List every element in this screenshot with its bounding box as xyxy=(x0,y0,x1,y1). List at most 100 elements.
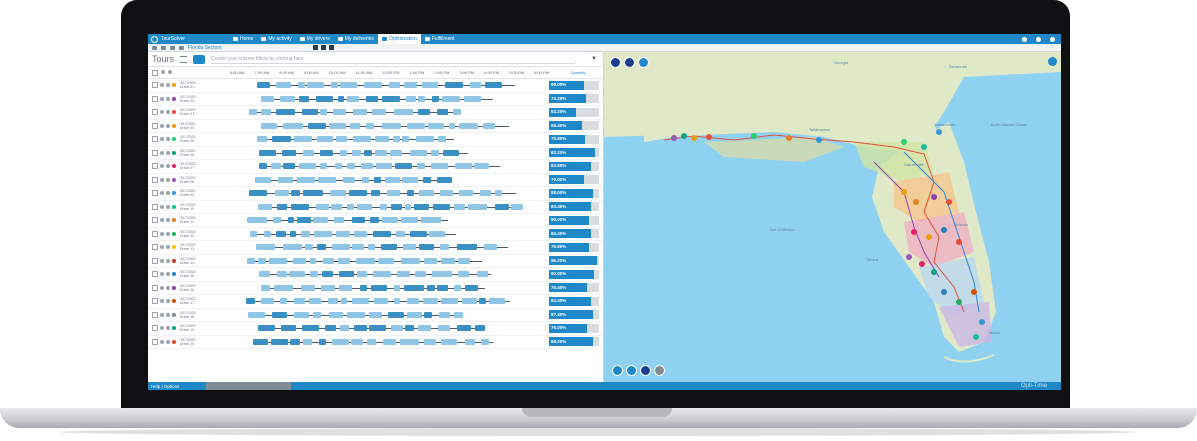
stop-block[interactable] xyxy=(431,95,440,102)
stop-block[interactable] xyxy=(431,149,439,156)
stop-block[interactable] xyxy=(383,338,396,345)
tour-gantt[interactable] xyxy=(226,295,546,307)
stop-block[interactable] xyxy=(339,284,353,291)
stop-block[interactable] xyxy=(322,271,334,278)
stop-block[interactable] xyxy=(347,203,355,210)
stop-block[interactable] xyxy=(308,298,322,305)
stop-block[interactable] xyxy=(393,298,401,305)
stop-block[interactable] xyxy=(275,230,286,237)
stop-block[interactable] xyxy=(332,244,350,251)
stop-block[interactable] xyxy=(316,203,329,210)
stop-block[interactable] xyxy=(268,257,287,264)
stop-block[interactable] xyxy=(301,109,318,116)
stop-block[interactable] xyxy=(453,203,466,210)
stop-block[interactable] xyxy=(375,136,390,143)
tour-row[interactable]: 3/17/2020 Driver 10 83.40% xyxy=(148,201,603,214)
eye-icon[interactable] xyxy=(160,258,164,263)
tour-gantt[interactable] xyxy=(226,309,546,321)
lock-icon[interactable] xyxy=(166,137,170,142)
stop-block[interactable] xyxy=(386,190,401,197)
stop-block[interactable] xyxy=(333,217,344,224)
stop-block[interactable] xyxy=(273,217,281,224)
stop-block[interactable] xyxy=(270,163,281,170)
stop-block[interactable] xyxy=(287,217,295,224)
stop-block[interactable] xyxy=(363,82,382,89)
stop-block[interactable] xyxy=(465,284,478,291)
lock-icon[interactable] xyxy=(166,231,170,236)
stop-block[interactable] xyxy=(456,244,477,251)
stop-block[interactable] xyxy=(372,109,387,116)
eye-icon[interactable] xyxy=(160,299,164,304)
stop-block[interactable] xyxy=(479,190,491,197)
stop-block[interactable] xyxy=(353,136,372,143)
stop-block[interactable] xyxy=(494,203,509,210)
gear-icon[interactable] xyxy=(1036,36,1041,42)
nav-my-deliveries[interactable]: My deliveries xyxy=(334,34,378,44)
tour-row[interactable]: 3/17/2020 Driver 09 88.00% xyxy=(148,187,603,201)
stop-block[interactable] xyxy=(303,190,323,197)
tour-gantt[interactable] xyxy=(226,160,546,172)
tour-row[interactable]: 3/17/2020 Driver 16 75.40% xyxy=(148,282,603,295)
list-icon[interactable] xyxy=(180,55,188,63)
stop-block[interactable] xyxy=(247,311,266,318)
stop-block[interactable] xyxy=(413,203,430,210)
stop-block[interactable] xyxy=(418,190,434,197)
stop-block[interactable] xyxy=(454,163,472,170)
stop-block[interactable] xyxy=(247,217,268,224)
stop-block[interactable] xyxy=(400,217,418,224)
stop-block[interactable] xyxy=(432,203,450,210)
stop-block[interactable] xyxy=(365,122,375,129)
tour-gantt[interactable] xyxy=(226,174,546,186)
tour-row[interactable]: 3/17/2020 Driver 11 80.00% xyxy=(148,214,603,228)
eye-icon[interactable] xyxy=(160,123,164,128)
stop-block[interactable] xyxy=(361,163,374,170)
route-map[interactable]: Georgia Savannah Jacksonville Orlando Ta… xyxy=(604,52,1061,382)
stop-block[interactable] xyxy=(283,163,295,170)
stop-block[interactable] xyxy=(297,176,315,183)
stop-block[interactable] xyxy=(280,298,287,305)
stop-block[interactable] xyxy=(257,136,267,143)
stop-block[interactable] xyxy=(369,217,379,224)
stop-block[interactable] xyxy=(330,190,347,197)
stop-block[interactable] xyxy=(441,298,459,305)
tour-gantt[interactable] xyxy=(226,255,546,267)
tour-row[interactable]: 3/17/2020 Driver 02 74.29% xyxy=(148,93,603,106)
undo-icon[interactable] xyxy=(161,45,166,50)
stop-block[interactable] xyxy=(291,203,310,210)
lock-icon[interactable] xyxy=(166,123,170,128)
stop-block[interactable] xyxy=(440,338,458,345)
stop-block[interactable] xyxy=(275,82,292,89)
tour-row[interactable]: 3/17/2020 Driver 18 87.40% xyxy=(148,309,603,322)
tour-gantt[interactable] xyxy=(226,106,546,118)
stop-block[interactable] xyxy=(336,136,347,143)
stop-block[interactable] xyxy=(395,163,412,170)
stop-block[interactable] xyxy=(352,149,361,156)
row-checkbox[interactable] xyxy=(152,271,158,278)
stop-block[interactable] xyxy=(474,325,485,332)
stop-block[interactable] xyxy=(346,95,360,102)
stop-block[interactable] xyxy=(274,190,290,197)
stop-block[interactable] xyxy=(294,136,312,143)
stop-block[interactable] xyxy=(271,338,288,345)
stop-block[interactable] xyxy=(293,257,307,264)
stop-block[interactable] xyxy=(441,257,456,264)
stop-block[interactable] xyxy=(468,203,487,210)
stop-block[interactable] xyxy=(281,325,297,332)
stop-block[interactable] xyxy=(427,284,435,291)
stop-block[interactable] xyxy=(480,338,489,345)
stop-block[interactable] xyxy=(273,284,294,291)
stop-block[interactable] xyxy=(373,176,381,183)
lock-icon[interactable] xyxy=(166,204,170,209)
nav-my-drivers[interactable]: My drivers xyxy=(296,34,334,44)
stop-block[interactable] xyxy=(409,149,427,156)
eye-icon[interactable] xyxy=(160,191,164,196)
lock-icon[interactable] xyxy=(166,312,170,317)
eye-icon[interactable] xyxy=(160,245,164,250)
tour-gantt[interactable] xyxy=(226,268,546,280)
stop-block[interactable] xyxy=(248,190,268,197)
tour-gantt[interactable] xyxy=(226,241,546,253)
bottom-tab[interactable] xyxy=(206,382,291,390)
stop-block[interactable] xyxy=(372,271,391,278)
stop-block[interactable] xyxy=(356,257,375,264)
lock-icon[interactable] xyxy=(166,285,170,290)
